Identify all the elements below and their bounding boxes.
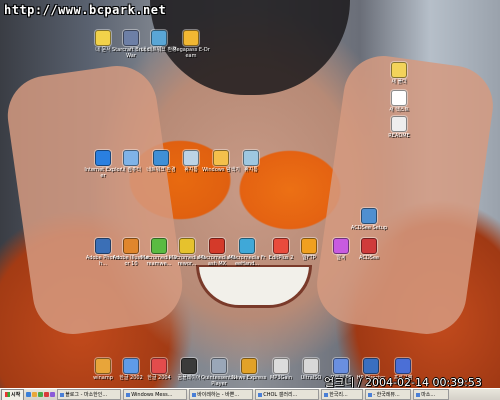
acdsee-setup-icon — [361, 208, 377, 224]
watermark-url: http://www.bcpark.net — [4, 3, 167, 17]
taskbar-task-5[interactable]: - 한국레뷰... — [365, 389, 412, 400]
wallpaper-smile — [196, 265, 312, 308]
desktop-shortcut[interactable]: Megapass E-Dream — [172, 30, 210, 59]
quick-launch-outlook-icon[interactable] — [38, 392, 44, 397]
desktop-shortcut-label: README — [388, 133, 410, 139]
recycle-bin-icon — [183, 150, 199, 166]
start-label: 시작 — [11, 392, 21, 398]
desktop-shortcut-label: 새 폴더 — [391, 79, 407, 85]
task-app-icon — [258, 392, 263, 397]
task-app-icon — [60, 392, 65, 397]
flash-icon — [209, 238, 225, 254]
photo-ps-icon — [333, 358, 349, 374]
desktop-shortcut-label: Megapass E-Dream — [172, 47, 210, 59]
winamp-icon — [95, 358, 111, 374]
taskbar-task-label: 바이레하는 - 바쁜... — [197, 392, 240, 398]
acdsee-icon — [361, 238, 377, 254]
wallpaper-left-hand — [2, 60, 188, 340]
starcraft-icon — [123, 30, 139, 46]
desktop-shortcut[interactable]: Macromedia FreeHand... — [228, 238, 266, 267]
task-app-icon — [324, 392, 329, 397]
my-computer-icon — [123, 150, 139, 166]
news-express-icon — [241, 358, 257, 374]
quick-launch-media-icon[interactable] — [44, 392, 50, 397]
ultraiso-icon — [303, 358, 319, 374]
folder-icon — [391, 62, 407, 78]
text-file-icon — [391, 90, 407, 106]
gom-player-icon — [181, 358, 197, 374]
dreamweaver-icon — [151, 238, 167, 254]
desktop-shortcut-label: Macromedia FreeHand... — [228, 255, 266, 267]
task-app-icon — [368, 392, 373, 397]
windows-flag-icon — [5, 392, 10, 397]
quick-launch-ie-icon[interactable] — [26, 392, 32, 397]
taskbar-task-label: CHOL 갤러리... — [263, 392, 298, 398]
megapass-icon — [183, 30, 199, 46]
desktop-shortcut[interactable]: 휴지통 — [232, 150, 270, 173]
explorer-icon — [213, 150, 229, 166]
mp3gain-icon — [273, 358, 289, 374]
start-button[interactable]: 시작 — [1, 389, 25, 400]
taskbar-task-6[interactable]: 마소... — [413, 389, 450, 400]
my-documents-icon — [95, 30, 111, 46]
taskbar-task-0[interactable]: 블로그 - 마소한인... — [57, 389, 122, 400]
trash-icon — [243, 150, 259, 166]
taskbar: 시작 블로그 - 마소한인... Windows Mess... 바이레하는 -… — [0, 388, 500, 400]
illustrator-icon — [123, 238, 139, 254]
taskbar-task-2[interactable]: 바이레하는 - 바쁜... — [189, 389, 254, 400]
desktop-shortcut[interactable]: ACDSee Setup — [350, 208, 388, 231]
desktop-shortcut[interactable]: README — [380, 116, 418, 139]
hangul-2004-icon — [151, 358, 167, 374]
qcd-player-icon — [211, 358, 227, 374]
task-app-icon — [126, 392, 131, 397]
programs-icon — [395, 358, 411, 374]
desktop-shortcut[interactable]: 새 폴더 — [380, 62, 418, 85]
hp-director-icon — [363, 358, 379, 374]
desktop-shortcut[interactable]: 새 텍스트 — [380, 90, 418, 113]
photoshop-icon — [95, 238, 111, 254]
taskbar-task-1[interactable]: Windows Mess... — [123, 389, 188, 400]
alftp-icon — [301, 238, 317, 254]
hangul-icon — [123, 358, 139, 374]
taskbar-task-label: 마소... — [421, 392, 436, 398]
taskbar-task-label: - 한국레뷰... — [373, 392, 400, 398]
taskbar-task-label: 블로그 - 마소한인... — [65, 392, 108, 398]
taskbar-task-4[interactable]: 한국리... — [321, 389, 364, 400]
quick-launch-explorer-icon[interactable] — [32, 392, 38, 397]
quick-launch-desktop-icon[interactable] — [50, 392, 56, 397]
desktop-shortcut[interactable]: ACDSee — [350, 238, 388, 261]
fireworks-icon — [179, 238, 195, 254]
desktop-wallpaper — [0, 0, 500, 388]
taskbar-task-label: Windows Mess... — [131, 391, 173, 398]
internet-explorer-icon — [95, 150, 111, 166]
quick-launch — [26, 392, 56, 397]
editplus-icon — [273, 238, 289, 254]
task-app-icon — [416, 392, 421, 397]
desktop-shortcut-label: ACDSee — [359, 255, 379, 261]
desktop-shortcut-label: 새 텍스트 — [389, 107, 409, 113]
alsee-icon — [333, 238, 349, 254]
network-icon — [151, 30, 167, 46]
network-places-icon — [153, 150, 169, 166]
taskbar-task-label: 한국리... — [329, 392, 348, 398]
task-app-icon — [192, 392, 197, 397]
readme-icon — [391, 116, 407, 132]
taskbar-task-3[interactable]: CHOL 갤러리... — [255, 389, 320, 400]
desktop-shortcut-label: ACDSee Setup — [350, 225, 388, 231]
desktop-shortcut-label: 휴지통 — [244, 167, 258, 173]
freehand-icon — [239, 238, 255, 254]
